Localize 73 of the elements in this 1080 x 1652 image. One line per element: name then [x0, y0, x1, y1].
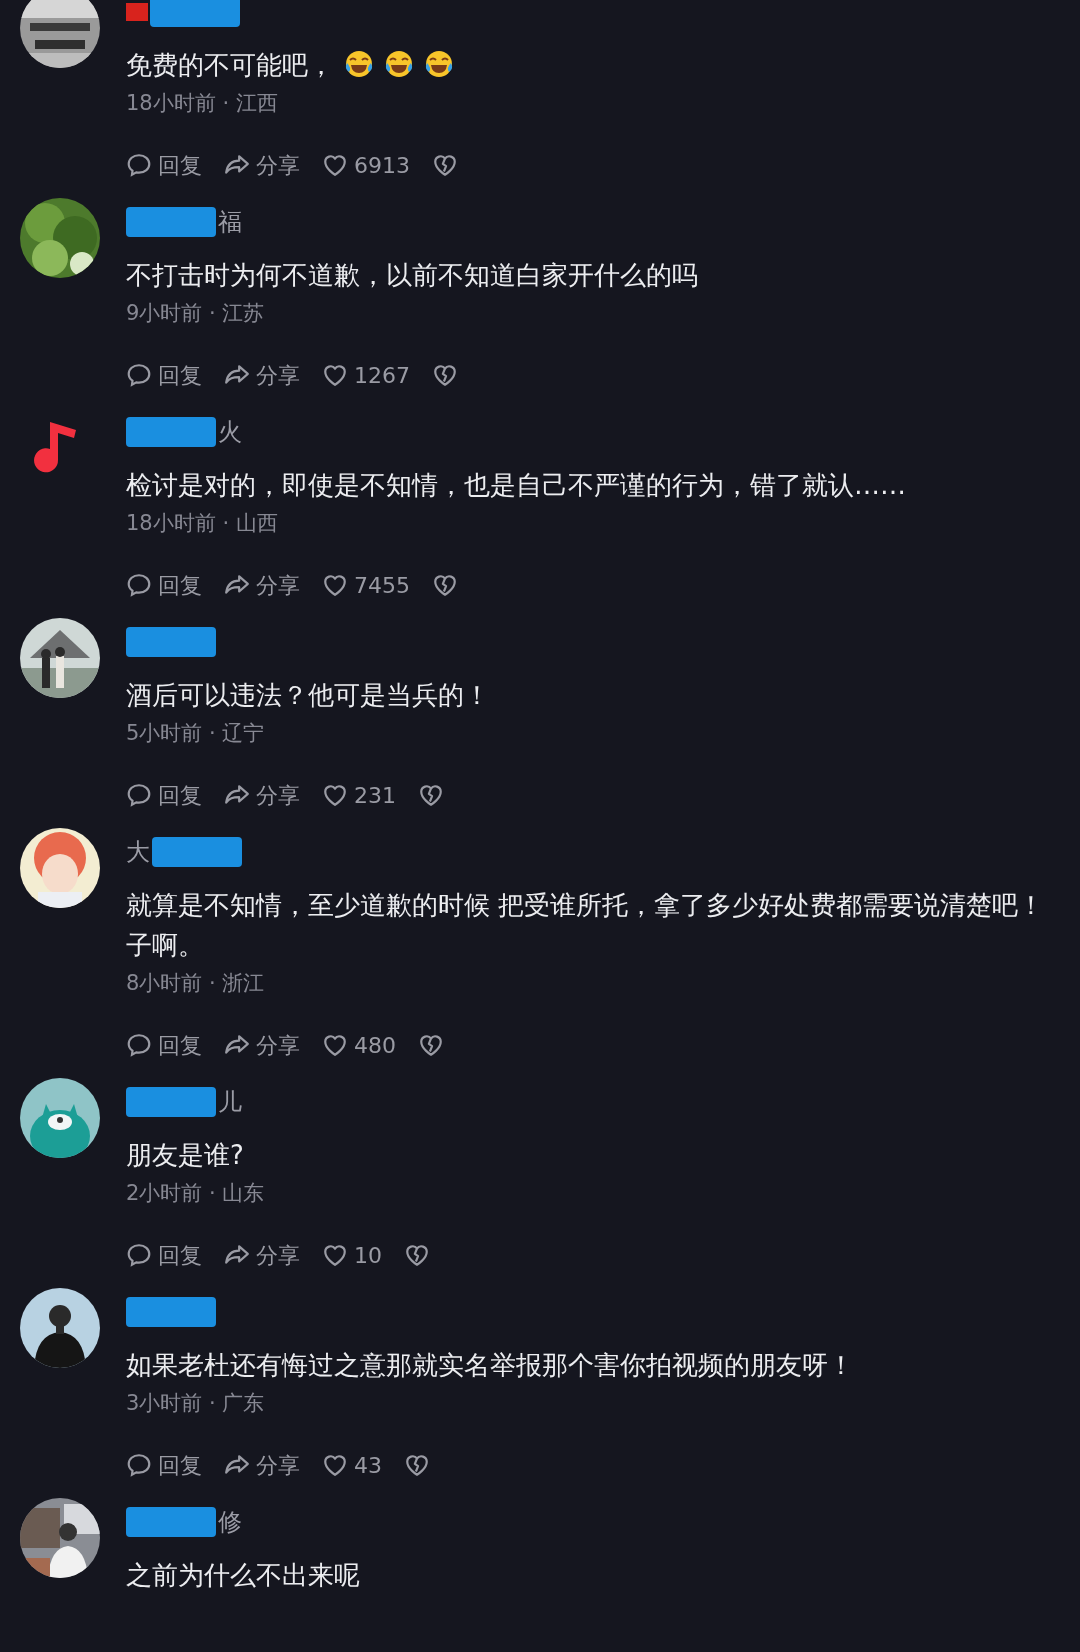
like-button[interactable]: 10	[322, 1238, 382, 1272]
comment-text: 之前为什么不出来呢	[126, 1560, 360, 1590]
share-button[interactable]: 分享	[224, 148, 300, 182]
username: 修	[218, 1507, 242, 1538]
broken-heart-icon	[432, 572, 458, 598]
dislike-button[interactable]	[418, 1032, 444, 1058]
like-button[interactable]: 7455	[322, 568, 410, 602]
heart-icon	[322, 782, 348, 808]
comment-meta: 9小时前 · 江苏	[126, 300, 266, 327]
reply-button[interactable]: 回复	[126, 778, 202, 812]
comment-text: 子啊。	[126, 930, 204, 960]
comment-meta: 8小时前 · 浙江	[126, 970, 266, 997]
laughing-emoji-icon	[424, 49, 454, 79]
comment-meta: 5小时前 · 辽宁	[126, 720, 266, 747]
comment-text: 就算是不知情，至少道歉的时候 把受谁所托，拿了多少好处费都需要说清楚吧！	[126, 890, 1045, 920]
dislike-button[interactable]	[404, 1242, 430, 1268]
username: 福	[218, 207, 242, 238]
dislike-button[interactable]	[432, 572, 458, 598]
share-button[interactable]: 分享	[224, 568, 300, 602]
like-button[interactable]: 480	[322, 1028, 396, 1062]
dislike-button[interactable]	[418, 782, 444, 808]
reply-icon	[126, 1452, 152, 1478]
comment-text: 不打击时为何不道歉，以前不知道白家开什么的吗	[126, 260, 698, 290]
username: 火	[218, 417, 242, 448]
heart-icon	[322, 152, 348, 178]
reply-icon	[126, 572, 152, 598]
share-button[interactable]: 分享	[224, 1238, 300, 1272]
comment-text: 免费的不可能吧，	[126, 50, 334, 80]
dislike-button[interactable]	[404, 1452, 430, 1478]
share-button[interactable]: 分享	[224, 778, 300, 812]
comment-text: 如果老杜还有悔过之意那就实名举报那个害你拍视频的朋友呀！	[126, 1350, 854, 1380]
heart-icon	[322, 362, 348, 388]
comment-meta: 2小时前 · 山东	[126, 1180, 266, 1207]
dislike-button[interactable]	[432, 152, 458, 178]
comment-meta: 18小时前 · 山西	[126, 510, 279, 537]
comment-meta: 18小时前 · 江西	[126, 90, 279, 117]
username: 大	[126, 837, 150, 868]
laughing-emoji-icon	[384, 49, 414, 79]
share-button[interactable]: 分享	[224, 1448, 300, 1482]
like-button[interactable]: 1267	[322, 358, 410, 392]
broken-heart-icon	[432, 152, 458, 178]
reply-icon	[126, 1032, 152, 1058]
broken-heart-icon	[432, 362, 458, 388]
like-button[interactable]: 43	[322, 1448, 382, 1482]
reply-icon	[126, 362, 152, 388]
heart-icon	[322, 1242, 348, 1268]
reply-button[interactable]: 回复	[126, 568, 202, 602]
reply-icon	[126, 1242, 152, 1268]
comment-text: 酒后可以违法？他可是当兵的！	[126, 680, 490, 710]
reply-button[interactable]: 回复	[126, 1028, 202, 1062]
heart-icon	[322, 1032, 348, 1058]
comment-text: 检讨是对的，即使是不知情，也是自己不严谨的行为，错了就认……	[126, 470, 906, 500]
reply-button[interactable]: 回复	[126, 358, 202, 392]
reply-button[interactable]: 回复	[126, 1238, 202, 1272]
broken-heart-icon	[404, 1452, 430, 1478]
like-button[interactable]: 231	[322, 778, 396, 812]
laughing-emoji-icon	[344, 49, 374, 79]
comment-meta: 3小时前 · 广东	[126, 1390, 266, 1417]
reply-icon	[126, 782, 152, 808]
dislike-button[interactable]	[432, 362, 458, 388]
share-button[interactable]: 分享	[224, 1028, 300, 1062]
broken-heart-icon	[418, 1032, 444, 1058]
comment-text: 朋友是谁?	[126, 1140, 244, 1170]
heart-icon	[322, 1452, 348, 1478]
like-button[interactable]: 6913	[322, 148, 410, 182]
username: 儿	[218, 1087, 242, 1118]
reply-button[interactable]: 回复	[126, 148, 202, 182]
broken-heart-icon	[404, 1242, 430, 1268]
heart-icon	[322, 572, 348, 598]
reply-button[interactable]: 回复	[126, 1448, 202, 1482]
reply-icon	[126, 152, 152, 178]
share-button[interactable]: 分享	[224, 358, 300, 392]
broken-heart-icon	[418, 782, 444, 808]
